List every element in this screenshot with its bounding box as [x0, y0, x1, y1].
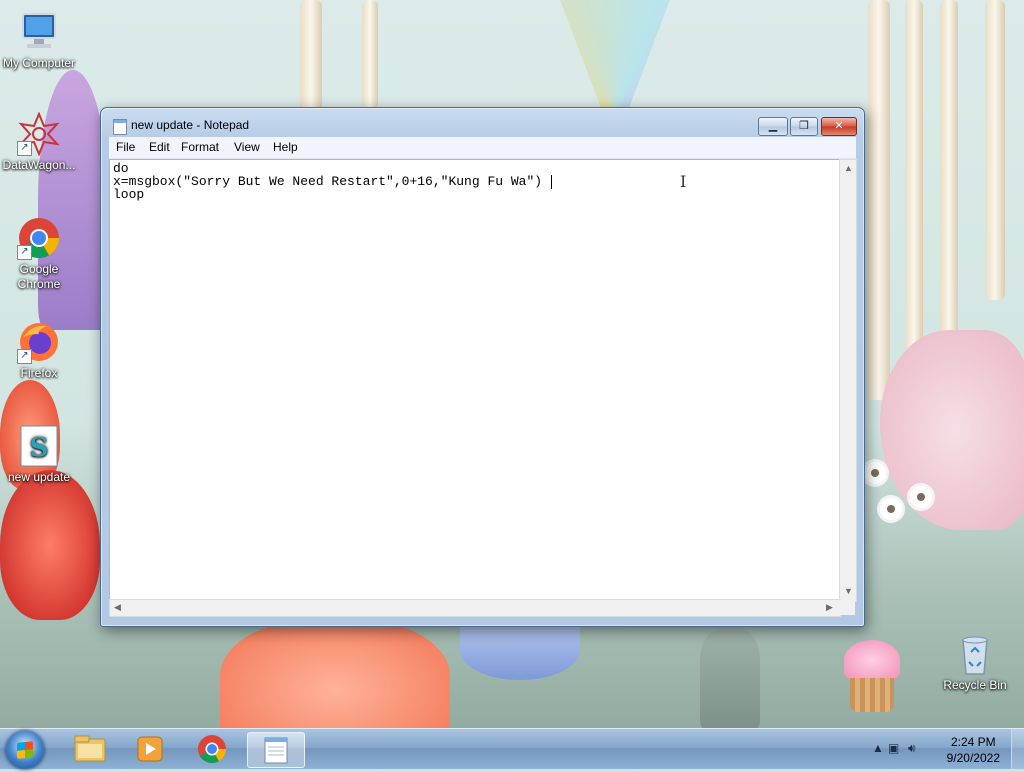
menu-help[interactable]: Help	[273, 140, 298, 154]
shortcut-arrow-icon: ↗	[17, 349, 32, 364]
desktop-icon-datawagon[interactable]: ↗ DataWagon...	[0, 111, 79, 173]
taskbar: ▲ ▣ 🔊︎ 2:24 PM 9/20/2022	[0, 728, 1024, 769]
menu-view[interactable]: View	[234, 140, 260, 154]
volume-icon[interactable]: 🔊︎	[908, 741, 916, 756]
desktop-icon-label: Recycle Bin	[943, 678, 1007, 692]
wallpaper-tree	[905, 0, 923, 380]
wallpaper-tree	[985, 0, 1005, 300]
taskbar-explorer[interactable]	[62, 732, 118, 766]
firefox-icon: ↗	[17, 320, 61, 364]
wallpaper-cupcake	[840, 640, 904, 714]
scroll-left-icon[interactable]: ◀	[114, 602, 121, 613]
shortcut-arrow-icon: ↗	[17, 245, 32, 260]
explorer-icon	[74, 735, 106, 762]
wallpaper-rainbow	[560, 0, 670, 110]
wallpaper-tree	[940, 0, 958, 340]
scroll-down-icon[interactable]: ▼	[844, 586, 853, 596]
notepad-window[interactable]: new update - Notepad ▁ ❐ ✕ File Edit For…	[100, 107, 865, 627]
taskbar-notepad[interactable]	[247, 732, 305, 768]
close-button[interactable]: ✕	[821, 117, 857, 136]
taskbar-chrome[interactable]	[184, 732, 240, 766]
wallpaper-tree	[362, 0, 378, 110]
wallpaper-pink-leaf	[880, 330, 1024, 530]
horizontal-scrollbar[interactable]: ◀ ▶	[109, 599, 841, 617]
desktop-icon-label: My Computer	[2, 56, 76, 70]
desktop-icon-label: Firefox	[20, 366, 58, 380]
text-editor[interactable]: do x=msgbox("Sorry But We Need Restart",…	[109, 159, 848, 601]
wallpaper-flower	[864, 462, 886, 484]
desktop-icon-new-update[interactable]: S new update	[0, 424, 79, 485]
chrome-icon: ↗	[17, 216, 61, 260]
desktop-icon-label: new update	[7, 470, 71, 484]
window-title: new update - Notepad	[131, 118, 250, 132]
wallpaper-flower	[910, 486, 932, 508]
shortcut-arrow-icon: ↗	[17, 141, 32, 156]
close-icon: ✕	[834, 120, 844, 132]
minimize-button[interactable]: ▁	[758, 117, 788, 136]
show-desktop-button[interactable]	[1011, 729, 1024, 769]
scroll-up-icon[interactable]: ▲	[844, 163, 853, 173]
menu-edit[interactable]: Edit	[149, 140, 170, 154]
desktop-icon-label: DataWagon...	[2, 158, 76, 172]
maximize-button[interactable]: ❐	[790, 117, 818, 136]
text-line: x=msgbox("Sorry But We Need Restart",0+1…	[113, 174, 543, 189]
taskbar-media-player[interactable]	[122, 732, 178, 766]
chrome-icon	[198, 735, 226, 763]
wallpaper-flower	[880, 498, 902, 520]
ibeam-cursor-icon: I	[680, 172, 687, 191]
script-file-icon: S	[17, 424, 61, 468]
menu-bar: File Edit Format View Help	[109, 137, 856, 159]
desktop-icon-recycle-bin[interactable]: Recycle Bin	[935, 632, 1015, 693]
wallpaper-doll	[0, 470, 100, 620]
resize-grip-icon[interactable]	[840, 600, 855, 615]
show-hidden-icons-icon[interactable]: ▲	[872, 741, 884, 755]
desktop-icon-my-computer[interactable]: My Computer	[0, 10, 79, 71]
recycle-bin-icon	[953, 632, 997, 676]
desktop-icon-label: Google Chrome	[17, 262, 61, 291]
scroll-right-icon[interactable]: ▶	[826, 602, 833, 613]
svg-text:S: S	[30, 433, 49, 463]
desktop-icon-google-chrome[interactable]: ↗ Google Chrome	[0, 216, 79, 292]
notepad-icon	[264, 737, 288, 764]
windows-logo-icon	[17, 741, 33, 759]
text-line: loop	[113, 187, 145, 202]
wallpaper-figure	[700, 630, 760, 730]
system-tray: ▲ ▣ 🔊︎ 2:24 PM 9/20/2022	[864, 729, 1024, 769]
datawagon-icon: ↗	[17, 111, 61, 157]
start-button[interactable]	[6, 731, 44, 769]
minimize-icon: ▁	[768, 120, 778, 132]
clock-date: 9/20/2022	[946, 751, 1000, 765]
computer-icon	[17, 10, 61, 54]
media-player-icon	[137, 736, 163, 762]
text-caret	[551, 175, 552, 189]
network-icon[interactable]: ▣	[888, 741, 899, 755]
menu-file[interactable]: File	[116, 140, 135, 154]
clock[interactable]: 2:24 PM 9/20/2022	[947, 734, 1000, 766]
menu-format[interactable]: Format	[181, 140, 219, 154]
desktop-icon-firefox[interactable]: ↗ Firefox	[0, 320, 79, 381]
wallpaper-blue-figure	[460, 620, 580, 680]
clock-time: 2:24 PM	[950, 735, 996, 749]
wallpaper-tree	[868, 0, 890, 400]
vertical-scrollbar[interactable]: ▲ ▼	[839, 159, 857, 602]
notepad-icon	[113, 119, 127, 135]
maximize-icon: ❐	[799, 120, 809, 132]
